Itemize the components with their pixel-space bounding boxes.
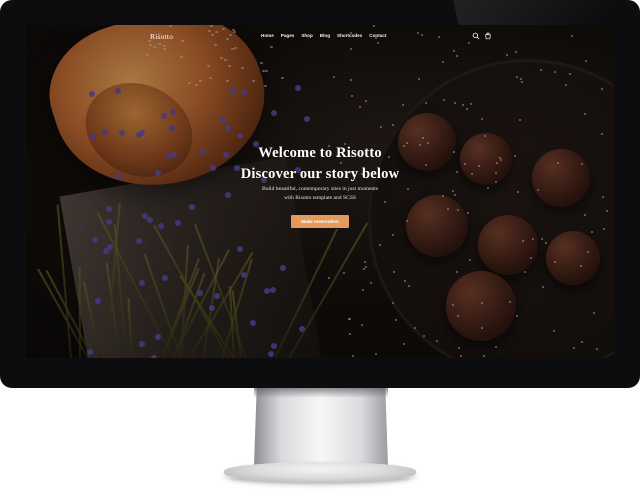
hero-title-line1: Welcome to Risotto [258, 145, 382, 161]
nav-item-pages[interactable]: Pages [281, 33, 295, 38]
hero-subtitle-line2: with Risotto template and SCSS [283, 195, 357, 201]
search-icon[interactable] [472, 32, 480, 40]
website-screen: Risotto Home Pages Shop Blog Shortcodes … [26, 25, 614, 358]
nav-item-home[interactable]: Home [261, 33, 274, 38]
nav-item-blog[interactable]: Blog [320, 33, 330, 38]
make-reservation-button[interactable]: Make reservation [291, 215, 349, 228]
nav-item-shop[interactable]: Shop [301, 33, 312, 38]
site-logo[interactable]: Risotto [150, 32, 173, 41]
hero-section: Welcome to Risotto Discover our story be… [26, 143, 614, 228]
monitor-stand-base [224, 462, 416, 482]
nav-menu: Home Pages Shop Blog Shortcodes Contact [261, 33, 386, 38]
hero-subtitle-line1: Build beautiful, contemporary sites in j… [261, 186, 379, 192]
nav-item-shortcodes[interactable]: Shortcodes [337, 33, 362, 38]
nav-item-contact[interactable]: Contact [369, 33, 386, 38]
hero-subtitle: Build beautiful, contemporary sites in j… [26, 185, 614, 203]
monitor-stand-neck [254, 388, 388, 466]
stand-shadow [254, 388, 388, 398]
cart-icon[interactable] [484, 32, 492, 40]
site-navbar: Risotto Home Pages Shop Blog Shortcodes … [26, 25, 614, 51]
hero-title: Welcome to Risotto Discover our story be… [26, 143, 614, 185]
monitor-bezel: Risotto Home Pages Shop Blog Shortcodes … [0, 0, 640, 388]
hero-title-line2: Discover our story below [240, 166, 400, 182]
